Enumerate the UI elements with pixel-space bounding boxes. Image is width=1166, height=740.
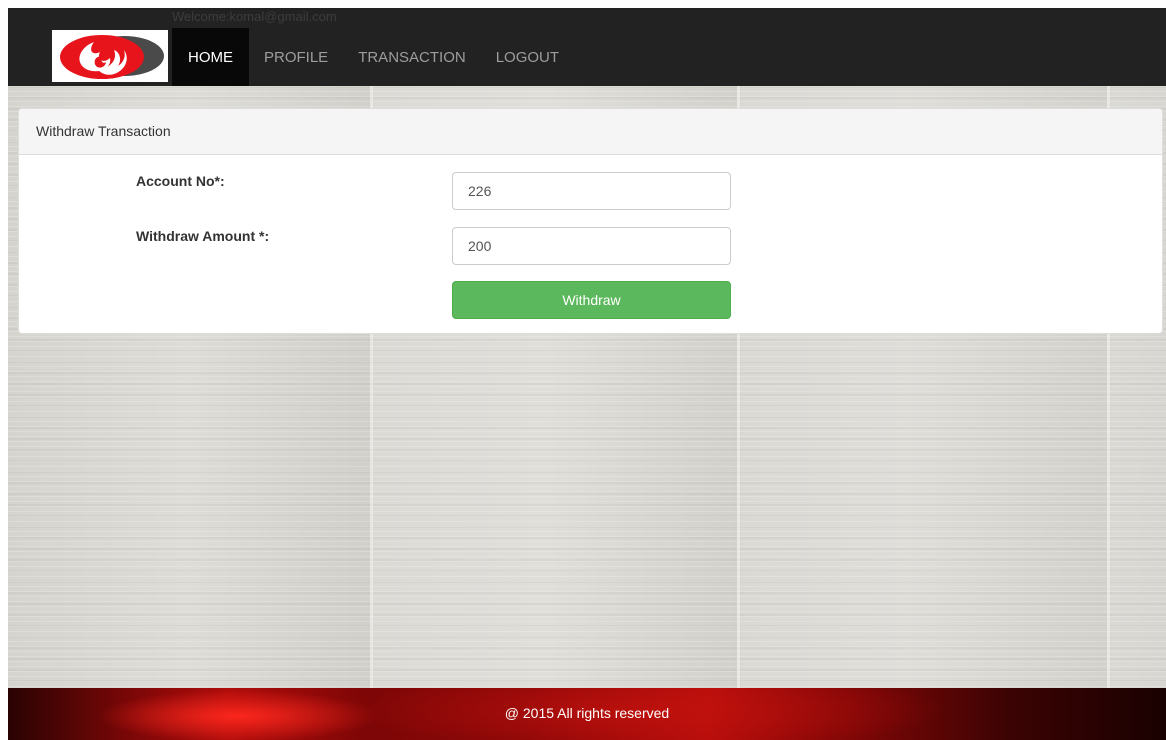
nav-logout[interactable]: LOGOUT — [481, 28, 574, 86]
nav-transaction[interactable]: TRANSACTION — [343, 28, 481, 86]
welcome-text: Welcome:komal@gmail.com — [172, 9, 337, 24]
nav-profile[interactable]: PROFILE — [249, 28, 343, 86]
footer: @ 2015 All rights reserved — [8, 688, 1166, 740]
main-nav: HOME PROFILE TRANSACTION LOGOUT — [172, 28, 574, 86]
nav-home[interactable]: HOME — [172, 28, 249, 86]
flame-logo-icon — [52, 30, 168, 82]
withdraw-button[interactable]: Withdraw — [452, 281, 731, 319]
withdraw-panel: Withdraw Transaction Account No*: Withdr… — [18, 108, 1163, 334]
withdraw-amount-input[interactable] — [452, 227, 731, 265]
top-navbar: Welcome:komal@gmail.com HOME PROFILE TRA… — [8, 8, 1166, 86]
panel-title: Withdraw Transaction — [19, 109, 1162, 155]
footer-copyright: @ 2015 All rights reserved — [504, 705, 670, 721]
brand-logo[interactable] — [52, 30, 168, 82]
account-no-label: Account No*: — [136, 173, 225, 189]
withdraw-amount-label: Withdraw Amount *: — [136, 228, 270, 244]
page: Welcome:komal@gmail.com HOME PROFILE TRA… — [8, 8, 1166, 740]
content-area: Withdraw Transaction Account No*: Withdr… — [8, 86, 1166, 688]
account-no-input[interactable] — [452, 172, 731, 210]
